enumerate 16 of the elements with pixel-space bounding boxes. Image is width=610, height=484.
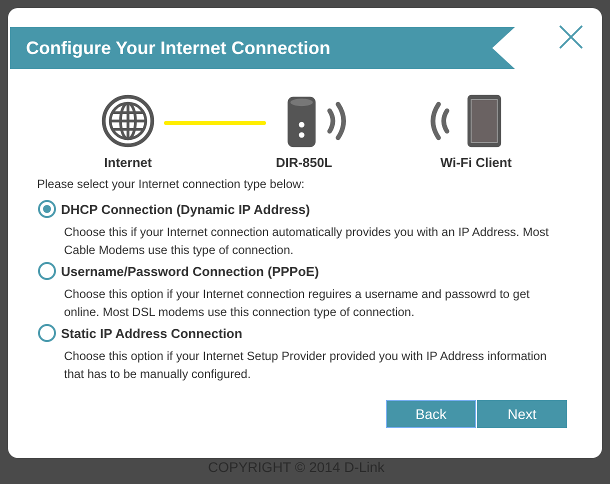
dialog-title: Configure Your Internet Connection xyxy=(25,38,330,58)
device-label: Wi-Fi Client xyxy=(440,155,512,170)
device-label: Internet xyxy=(104,155,152,170)
radio-button[interactable] xyxy=(38,262,56,280)
option-description: Choose this option if your Internet Setup Provider provided you with IP Address information that has to be manually configured. xyxy=(64,348,548,383)
globe-icon xyxy=(100,93,156,149)
option-label[interactable]: DHCP Connection (Dynamic IP Address) xyxy=(61,202,310,216)
device-label: DIR-850L xyxy=(276,155,332,170)
instruction-text: Please select your Internet connection type below: xyxy=(37,177,306,191)
radio-button[interactable] xyxy=(38,200,56,218)
option-label[interactable]: Static IP Address Connection xyxy=(61,326,242,340)
option-description: Choose this option if your Internet connection reguires a username and passowrd to get online. Most DSL modems use this connection type of connection. xyxy=(64,286,531,321)
radio-button[interactable] xyxy=(38,324,56,342)
close-icon[interactable] xyxy=(559,25,583,49)
option-label[interactable]: Username/Password Connection (PPPoE) xyxy=(61,264,319,278)
option-description: Choose this if your Internet connection automatically provides you with an IP Address. Most Cable Modems use this type of connection. xyxy=(64,224,550,259)
